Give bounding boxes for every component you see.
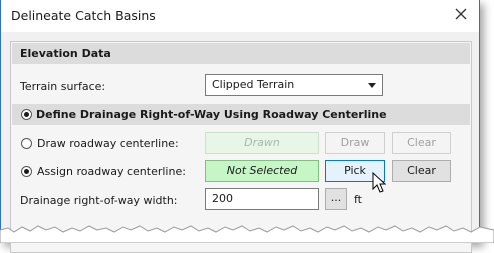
- centerline-status-field: Not Selected: [205, 160, 319, 182]
- assign-centerline-radio[interactable]: [21, 166, 32, 177]
- chevron-down-icon: [368, 83, 376, 88]
- window-title: Delineate Catch Basins: [11, 8, 156, 23]
- assign-clear-button[interactable]: Clear: [392, 160, 451, 182]
- terrain-surface-label: Terrain surface:: [20, 80, 106, 93]
- drawn-status-field: Drawn: [205, 132, 319, 154]
- close-icon[interactable]: [453, 6, 469, 22]
- terrain-surface-value: Clipped Terrain: [212, 78, 295, 91]
- browse-button[interactable]: ...: [325, 188, 347, 210]
- row-section-header: Define Drainage Right-of-Way Using Roadw…: [12, 104, 470, 125]
- width-unit-label: ft: [354, 193, 362, 206]
- row-width-label: Drainage right-of-way width:: [20, 194, 178, 207]
- title-bar: Delineate Catch Basins: [1, 0, 479, 32]
- row-width-input[interactable]: 200: [205, 188, 319, 210]
- terrain-surface-select[interactable]: Clipped Terrain: [205, 74, 383, 96]
- assign-centerline-label: Assign roadway centerline:: [37, 165, 186, 178]
- torn-edge-decoration: [0, 225, 494, 243]
- draw-centerline-radio[interactable]: [21, 138, 32, 149]
- elevation-data-header: Elevation Data: [12, 43, 470, 64]
- define-row-radio[interactable]: [21, 109, 32, 120]
- draw-button[interactable]: Draw: [325, 132, 385, 154]
- draw-centerline-label: Draw roadway centerline:: [37, 137, 179, 150]
- row-section-header-label: Define Drainage Right-of-Way Using Roadw…: [36, 108, 387, 121]
- dialog-window: Delineate Catch Basins Elevation Data Te…: [0, 0, 480, 253]
- mouse-pointer-icon: [372, 172, 387, 193]
- draw-clear-button[interactable]: Clear: [392, 132, 451, 154]
